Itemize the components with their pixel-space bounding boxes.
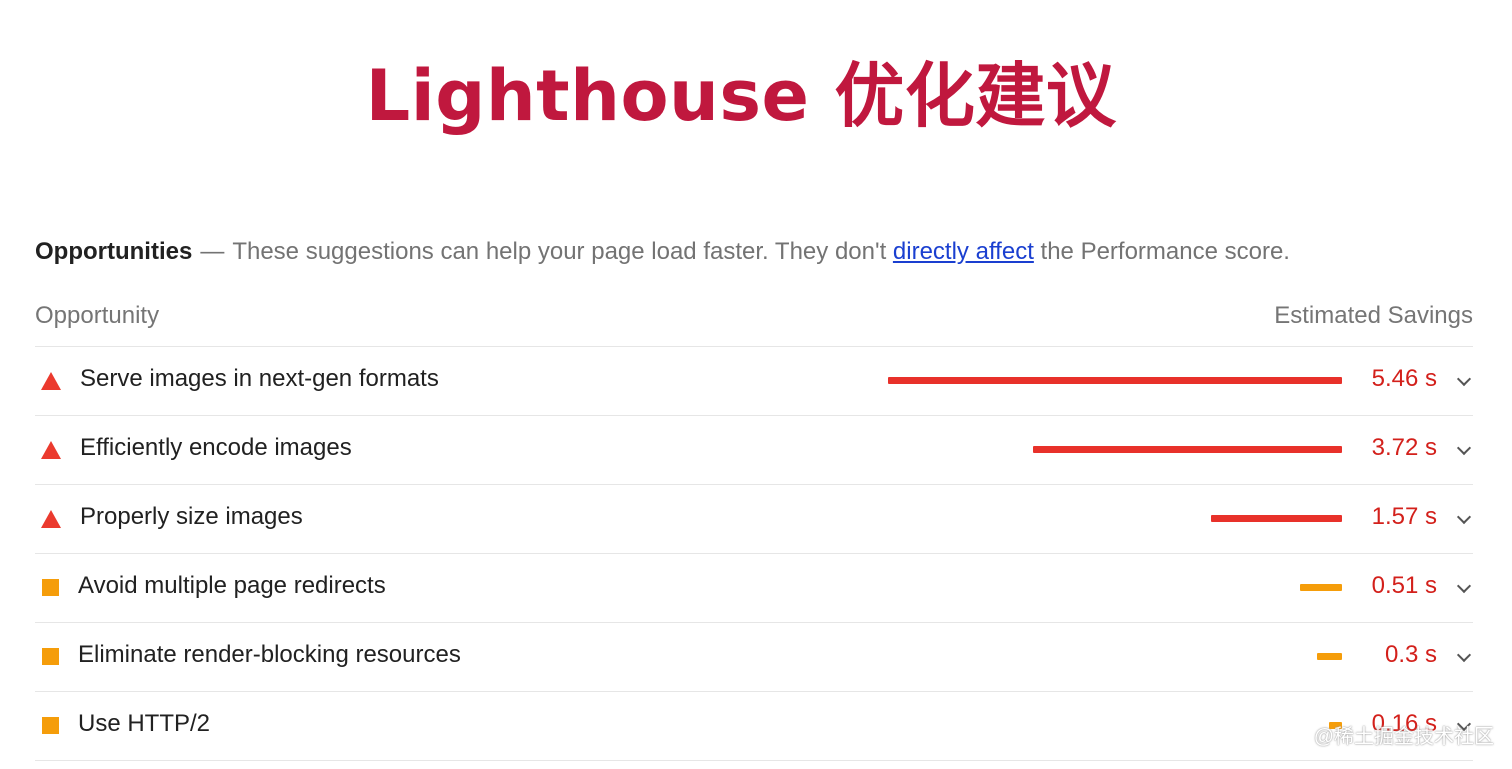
red-triangle-icon xyxy=(41,372,61,390)
savings-bar xyxy=(1033,446,1342,453)
watermark: @稀土掘金技术社区 xyxy=(1313,726,1494,748)
opportunity-label: Eliminate render-blocking resources xyxy=(78,641,461,668)
section-dash: — xyxy=(200,238,225,265)
opportunities-header: Opportunities — These suggestions can help… xyxy=(35,238,1475,266)
opportunity-label: Efficiently encode images xyxy=(80,434,352,461)
savings-bar xyxy=(1300,584,1342,591)
opportunity-label: Serve images in next-gen formats xyxy=(80,365,439,392)
slide-title: Lighthouse 优化建议 xyxy=(365,55,1117,137)
opportunity-row[interactable]: Efficiently encode images 3.72 s xyxy=(35,416,1473,485)
section-description: These suggestions can help your page loa… xyxy=(232,238,887,265)
directly-affect-link[interactable]: directly affect xyxy=(893,238,1034,265)
section-heading: Opportunities xyxy=(35,238,193,265)
orange-square-icon xyxy=(42,648,59,665)
opportunity-label: Properly size images xyxy=(80,503,303,530)
red-triangle-icon xyxy=(41,510,61,528)
opportunity-label: Avoid multiple page redirects xyxy=(78,572,386,599)
orange-square-icon xyxy=(42,579,59,596)
opportunity-label: Use HTTP/2 xyxy=(78,710,211,737)
column-headers: Opportunity Estimated Savings xyxy=(35,300,1473,347)
opportunity-row[interactable]: Serve images in next-gen formats 5.46 s xyxy=(35,347,1473,416)
orange-square-icon xyxy=(42,717,59,734)
estimated-savings-column-header: Estimated Savings xyxy=(1274,302,1473,329)
red-triangle-icon xyxy=(41,441,61,459)
savings-bar xyxy=(1317,653,1342,660)
savings-value: 3.72 s xyxy=(1371,434,1437,461)
opportunity-column-header: Opportunity xyxy=(35,302,160,329)
chevron-down-icon[interactable] xyxy=(1456,647,1472,663)
opportunities-list: Serve images in next-gen formats 5.46 s … xyxy=(35,347,1473,761)
chevron-down-icon[interactable] xyxy=(1456,578,1472,594)
savings-value: 1.57 s xyxy=(1371,503,1437,530)
opportunity-row[interactable]: Use HTTP/2 0.16 s xyxy=(35,692,1473,761)
chevron-down-icon[interactable] xyxy=(1456,509,1472,525)
savings-bar xyxy=(888,377,1342,384)
opportunity-row[interactable]: Properly size images 1.57 s xyxy=(35,485,1473,554)
opportunity-row[interactable]: Eliminate render-blocking resources 0.3 … xyxy=(35,623,1473,692)
chevron-down-icon[interactable] xyxy=(1456,440,1472,456)
savings-value: 0.3 s xyxy=(1384,641,1437,668)
section-description-end: the Performance score. xyxy=(1040,238,1290,265)
chevron-down-icon[interactable] xyxy=(1456,371,1472,387)
savings-value: 0.51 s xyxy=(1371,572,1437,599)
savings-value: 5.46 s xyxy=(1371,365,1437,392)
opportunity-row[interactable]: Avoid multiple page redirects 0.51 s xyxy=(35,554,1473,623)
savings-bar xyxy=(1211,515,1342,522)
